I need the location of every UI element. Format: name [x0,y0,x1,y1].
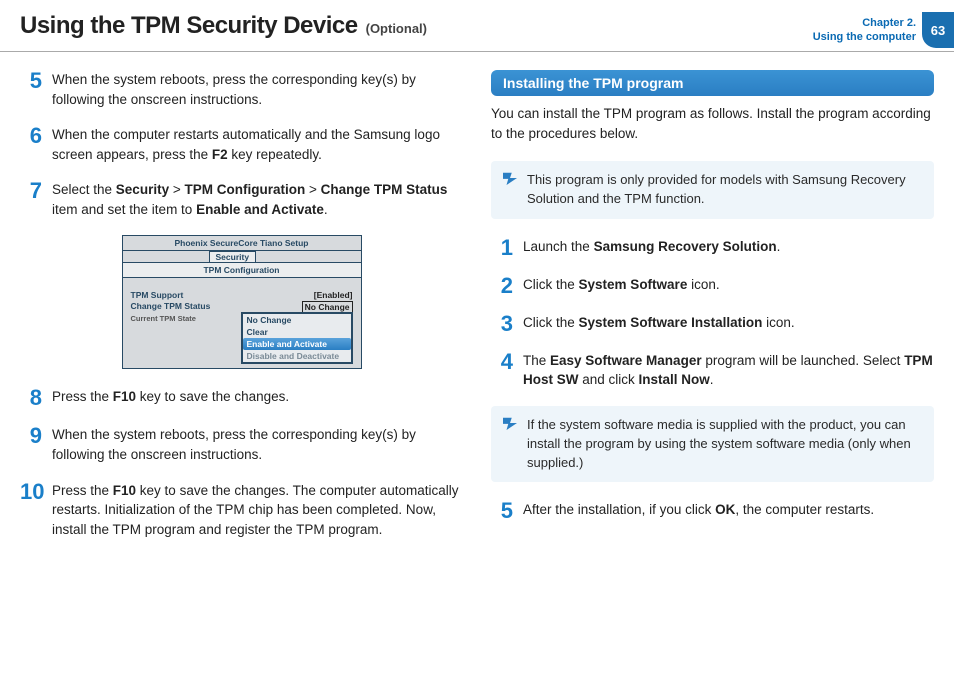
section-heading: Installing the TPM program [491,70,934,96]
note-box: This program is only provided for models… [491,161,934,219]
step-8: 8 Press the F10 key to save the changes. [20,387,463,409]
text: The [523,353,550,368]
text: , the computer restarts. [735,502,874,517]
step-number: 10 [20,481,42,540]
bios-label: TPM Support [131,290,184,300]
text: Select the [52,182,116,197]
step-text: Click the System Software icon. [523,275,720,297]
step-number: 3 [491,313,513,335]
step-text: When the system reboots, press the corre… [52,425,463,464]
page-title: Using the TPM Security Device [20,12,358,40]
step-number: 4 [491,351,513,390]
bios-tabbar: Security [123,251,361,263]
bios-label: Change TPM Status [131,301,211,313]
note-icon [501,171,519,185]
right-step-4: 4 The Easy Software Manager program will… [491,351,934,390]
note-text: If the system software media is supplied… [527,417,911,470]
step-7: 7 Select the Security > TPM Configuratio… [20,180,463,219]
step-number: 1 [491,237,513,259]
chapter-line1: Chapter 2. [813,16,916,30]
step-text: After the installation, if you click OK,… [523,500,874,522]
note-icon [501,416,519,430]
step-text: Select the Security > TPM Configuration … [52,180,463,219]
menu-path: Security [116,182,169,197]
button-name: OK [715,502,735,517]
step-number: 6 [20,125,42,164]
text: > [305,182,320,197]
text: . [777,239,781,254]
text: icon. [762,315,794,330]
step-text: When the computer restarts automatically… [52,125,463,164]
text: Click the [523,315,579,330]
right-step-1: 1 Launch the Samsung Recovery Solution. [491,237,934,259]
chapter-line2: Using the computer [813,30,916,44]
text: > [169,182,184,197]
right-step-3: 3 Click the System Software Installation… [491,313,934,335]
page-title-optional: (Optional) [366,21,427,36]
text: program will be launched. Select [702,353,905,368]
text: and click [579,372,639,387]
note-box: If the system software media is supplied… [491,406,934,483]
step-9: 9 When the system reboots, press the cor… [20,425,463,464]
step-5: 5 When the system reboots, press the cor… [20,70,463,109]
right-step-5: 5 After the installation, if you click O… [491,500,934,522]
bios-tab-security: Security [209,251,257,262]
chapter-badge: Chapter 2. Using the computer 63 [813,12,954,48]
text: Press the [52,483,113,498]
step-text: Press the F10 key to save the changes. [52,387,289,409]
note-text: This program is only provided for models… [527,172,906,206]
text: . [710,372,714,387]
step-number: 9 [20,425,42,464]
step-text: Press the F10 key to save the changes. T… [52,481,463,540]
bios-option: No Change [243,314,351,326]
bios-option: Clear [243,326,351,338]
text: icon. [687,277,719,292]
ui-name: System Software [579,277,688,292]
step-text: The Easy Software Manager program will b… [523,351,934,390]
step-number: 8 [20,387,42,409]
text: Press the [52,389,113,404]
step-6: 6 When the computer restarts automatical… [20,125,463,164]
page-number: 63 [922,12,954,48]
button-name: Install Now [639,372,710,387]
bios-title: Phoenix SecureCore Tiano Setup [123,236,361,251]
bios-screenshot: Phoenix SecureCore Tiano Setup Security … [122,235,362,369]
text: After the installation, if you click [523,502,715,517]
program-name: Samsung Recovery Solution [594,239,777,254]
step-10: 10 Press the F10 key to save the changes… [20,481,463,540]
step-text: Click the System Software Installation i… [523,313,795,335]
step-number: 7 [20,180,42,219]
text: key to save the changes. [136,389,289,404]
right-step-2: 2 Click the System Software icon. [491,275,934,297]
menu-path: Change TPM Status [321,182,448,197]
text: item and set the item to [52,202,196,217]
section-intro: You can install the TPM program as follo… [491,104,934,143]
step-number: 2 [491,275,513,297]
key-name: F10 [113,483,136,498]
bios-option: Disable and Deactivate [243,350,351,362]
bios-section-title: TPM Configuration [123,263,361,278]
right-column: Installing the TPM program You can insta… [491,70,934,555]
bios-label: Current TPM State [131,314,196,323]
bios-body: TPM Support [Enabled] Change TPM Status … [123,278,361,368]
step-text: When the system reboots, press the corre… [52,70,463,109]
step-number: 5 [20,70,42,109]
left-column: 5 When the system reboots, press the cor… [20,70,463,555]
step-number: 5 [491,500,513,522]
key-name: F10 [113,389,136,404]
bios-dropdown: No Change Clear Enable and Activate Disa… [241,312,353,364]
ui-name: System Software Installation [579,315,763,330]
text: . [324,202,328,217]
key-name: F2 [212,147,228,162]
page-header: Using the TPM Security Device (Optional)… [0,0,954,52]
step-text: Launch the Samsung Recovery Solution. [523,237,780,259]
bios-option-selected: Enable and Activate [243,338,351,350]
text: Click the [523,277,579,292]
text: key repeatedly. [228,147,322,162]
menu-path: TPM Configuration [184,182,305,197]
program-name: Easy Software Manager [550,353,702,368]
text: Launch the [523,239,594,254]
setting-value: Enable and Activate [196,202,324,217]
bios-value: [Enabled] [314,290,353,300]
